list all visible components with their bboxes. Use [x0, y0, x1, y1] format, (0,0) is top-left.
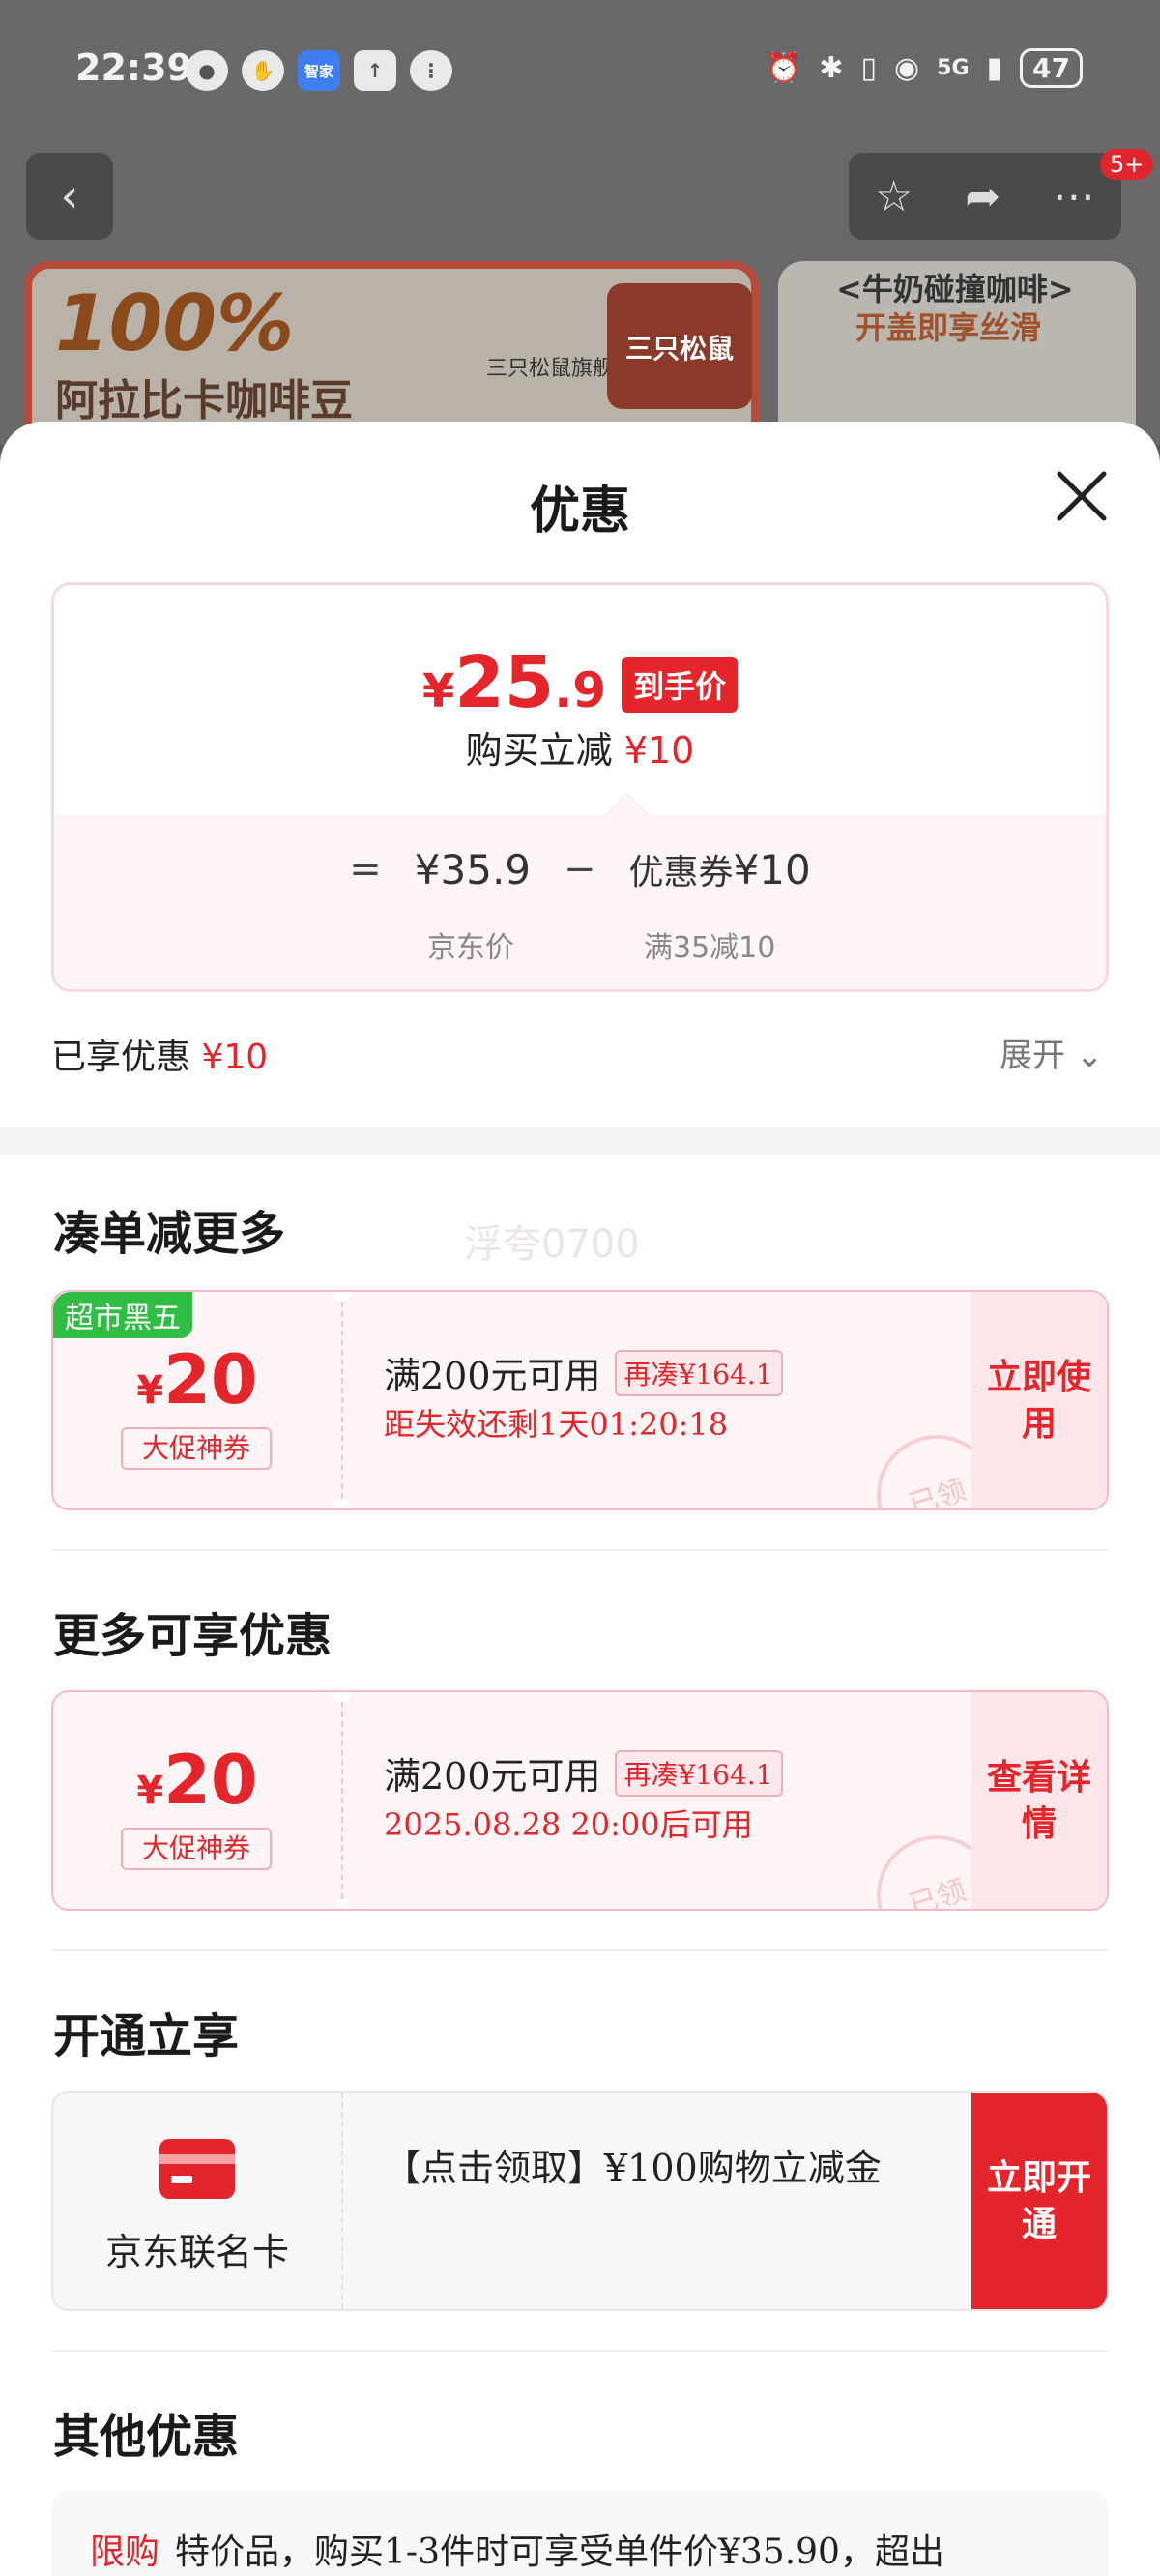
- system-icons: ⏰ ✱ ▯ ◉ 5G ▮ 47: [766, 48, 1083, 88]
- price-formula: = ¥35.9 − 优惠券¥10: [54, 844, 1106, 894]
- section-divider: [0, 1127, 1160, 1155]
- card-offer-description: 【点击领取】¥100购物立减金: [384, 2147, 882, 2189]
- signal-icon: ▮: [986, 51, 1003, 85]
- open-now-button[interactable]: 立即开通: [972, 2093, 1107, 2309]
- voice-icon: ⋮: [410, 50, 452, 91]
- status-time: 22:39: [75, 46, 192, 89]
- wifi-icon: ◉: [893, 51, 920, 85]
- credit-card-icon: [160, 2139, 235, 2199]
- coupon-value-area: ¥20 大促神券: [53, 1692, 341, 1909]
- coupon-deduction: 优惠券¥10: [628, 846, 811, 893]
- vibrate-icon: ▯: [860, 51, 877, 85]
- alarm-icon: ⏰: [765, 51, 802, 85]
- minus-sign: −: [564, 847, 596, 892]
- view-details-button[interactable]: 查看详情: [972, 1692, 1107, 1909]
- product-banner-side[interactable]: <牛奶碰撞咖啡> 开盖即享丝滑: [778, 261, 1136, 445]
- banner2-line2: 开盖即享丝滑: [856, 309, 1042, 346]
- more-needed-badge: 再凑¥164.1: [614, 1349, 783, 1396]
- instant-discount: 购买立减 ¥10: [465, 729, 695, 772]
- brand-logo: 三只松鼠: [607, 283, 752, 409]
- card-name: 京东联名卡: [104, 2231, 289, 2273]
- coupon-valid-time: 2025.08.28 20:00后可用: [384, 1806, 753, 1843]
- base-price-label: 京东价: [427, 931, 514, 965]
- coupon-notch-bottom: [332, 1899, 351, 1909]
- promo-tag: 超市黑五: [53, 1292, 192, 1338]
- card-separator: [341, 2093, 343, 2309]
- section-title-more-offers: 更多可享优惠: [53, 1609, 333, 1663]
- banner-percent: 100%: [55, 278, 295, 368]
- coupon-card-1[interactable]: ¥20 大促神券 超市黑五 满200元可用 再凑¥164.1 距失效还剩1天01…: [51, 1290, 1109, 1510]
- use-now-button[interactable]: 立即使用: [972, 1292, 1107, 1508]
- coupon-condition: 满200元可用 再凑¥164.1: [384, 1346, 783, 1399]
- battery-indicator: 47: [1020, 48, 1083, 88]
- product-banner-main[interactable]: 100% 阿拉比卡咖啡豆 三只松鼠旗舰 三只松鼠: [24, 261, 759, 445]
- final-price: ¥25.9: [421, 641, 607, 724]
- notification-icons: ● ✋ 智家 ↑ ⋮: [186, 50, 452, 91]
- favorite-star-icon[interactable]: ☆: [875, 172, 913, 221]
- expand-button[interactable]: 展开 ⌄: [1000, 1029, 1103, 1076]
- coupon-card-2[interactable]: ¥20 大促神券 满200元可用 再凑¥164.1 2025.08.28 20:…: [51, 1690, 1109, 1911]
- hand-icon: ✋: [242, 50, 284, 91]
- top-action-group: ☆ ➦ ⋯: [849, 153, 1121, 240]
- share-icon[interactable]: ➦: [965, 172, 1000, 221]
- sheet-title: 优惠: [529, 483, 630, 541]
- divider: [51, 1549, 1109, 1551]
- network-label: 5G: [937, 56, 970, 80]
- final-price-tag: 到手价: [622, 657, 739, 713]
- product-page-background: 22:39 ● ✋ 智家 ↑ ⋮ ⏰ ✱ ▯ ◉ 5G ▮ 47 ‹ ☆ ➦ ⋯…: [0, 0, 1160, 445]
- price-breakdown: = ¥35.9 − 优惠券¥10 京东价 满35减10: [54, 815, 1106, 989]
- section-title-open-to-enjoy: 开通立享: [53, 2009, 240, 2064]
- discount-sheet: 优惠 ¥25.9 到手价 购买立减 ¥10 = ¥35.9 − 优惠券¥10 京…: [0, 422, 1160, 2576]
- base-price: ¥35.9: [414, 845, 532, 893]
- upload-icon: ↑: [354, 50, 396, 91]
- divider: [51, 2350, 1109, 2352]
- banner-brand: 三只松鼠旗舰: [486, 357, 615, 381]
- chevron-left-icon: ‹: [60, 169, 79, 223]
- co-branded-card-offer[interactable]: 京东联名卡 【点击领取】¥100购物立减金 立即开通: [51, 2091, 1109, 2311]
- limit-badge: 限购: [90, 2532, 160, 2572]
- divider: [51, 1949, 1109, 1951]
- zhijia-app-icon: 智家: [298, 50, 340, 91]
- coupon-type: 大促神券: [121, 1828, 272, 1870]
- enjoyed-discount: 已享优惠 ¥10: [51, 1038, 269, 1077]
- coupon-rule-label: 满35减10: [644, 931, 776, 965]
- coupon-expiry: 距失效还剩1天01:20:18: [384, 1406, 729, 1443]
- watermark-text: 浮夸0700: [464, 1222, 640, 1267]
- purchase-limit-text: 限购 特价品，购买1-3件时可享受单件价¥35.90，超出: [90, 2532, 944, 2572]
- more-needed-badge: 再凑¥164.1: [614, 1749, 783, 1797]
- price-summary-card: ¥25.9 到手价 购买立减 ¥10 = ¥35.9 − 优惠券¥10 京东价 …: [51, 582, 1109, 992]
- back-button[interactable]: ‹: [26, 153, 113, 240]
- wechat-icon: ●: [186, 50, 228, 91]
- banner-subtitle: 阿拉比卡咖啡豆: [55, 376, 353, 425]
- coupon-amount: ¥20: [136, 1340, 258, 1420]
- coupon-notch-bottom: [332, 1499, 351, 1508]
- close-icon[interactable]: [1054, 468, 1110, 524]
- section-title-more-savings: 凑单减更多: [53, 1207, 286, 1261]
- more-icon[interactable]: ⋯: [1053, 172, 1095, 221]
- coupon-separator: [341, 1292, 343, 1508]
- status-bar: 22:39 ● ✋ 智家 ↑ ⋮ ⏰ ✱ ▯ ◉ 5G ▮ 47: [0, 0, 1160, 135]
- bluetooth-icon: ✱: [819, 51, 844, 85]
- coupon-type: 大促神券: [121, 1427, 272, 1470]
- coupon-condition: 满200元可用 再凑¥164.1: [384, 1746, 783, 1800]
- purchase-limit-info: 限购 特价品，购买1-3件时可享受单件价¥35.90，超出: [51, 2491, 1109, 2576]
- message-badge: 5+: [1100, 149, 1154, 180]
- coupon-separator: [341, 1692, 343, 1909]
- card-info: 京东联名卡: [53, 2093, 341, 2309]
- chevron-down-icon: ⌄: [1075, 1037, 1104, 1075]
- section-title-other-offers: 其他优惠: [53, 2410, 240, 2464]
- final-price-row: ¥25.9 到手价: [54, 641, 1106, 724]
- equals-sign: =: [349, 847, 382, 892]
- coupon-amount: ¥20: [136, 1741, 258, 1820]
